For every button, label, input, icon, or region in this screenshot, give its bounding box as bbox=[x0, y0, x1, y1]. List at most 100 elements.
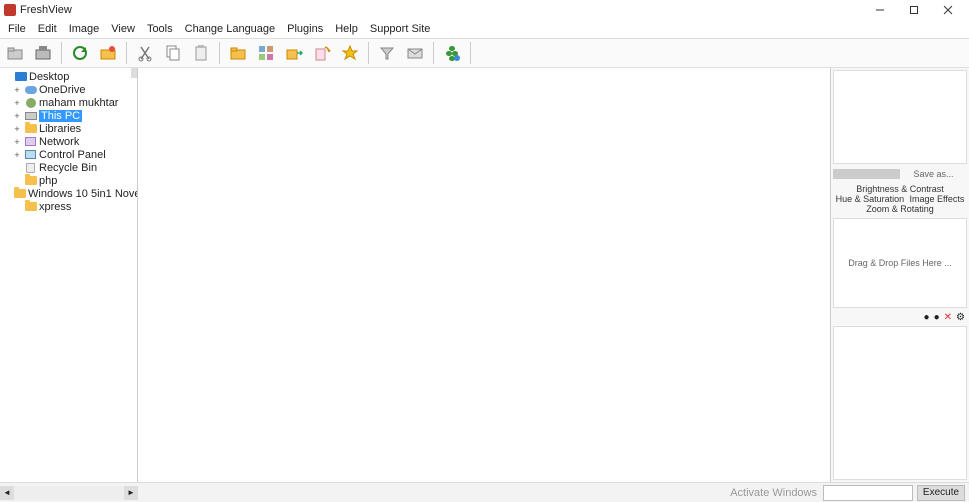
menu-plugins[interactable]: Plugins bbox=[281, 22, 329, 36]
tree-toggle-icon[interactable]: + bbox=[12, 124, 22, 134]
queue-box bbox=[833, 326, 967, 480]
tree-item-label: OneDrive bbox=[39, 84, 85, 96]
tree-toggle-icon[interactable]: + bbox=[12, 98, 22, 108]
folder-tree[interactable]: Desktop + OneDrive + maham mukhtar + This PC + L… bbox=[0, 68, 137, 215]
tree-toggle-icon[interactable]: + bbox=[12, 137, 22, 147]
window-title: FreshView bbox=[20, 4, 72, 16]
net-icon bbox=[24, 136, 37, 147]
toolbar-browse-button[interactable] bbox=[95, 40, 121, 66]
tree-item-label: Windows 10 5in1 November (x6 bbox=[28, 188, 138, 200]
cp-icon bbox=[24, 149, 37, 160]
tree-item-label: Libraries bbox=[39, 123, 81, 135]
tree-toggle-icon[interactable]: + bbox=[12, 85, 22, 95]
tree-item[interactable]: + Libraries bbox=[0, 122, 137, 135]
desktop-icon bbox=[14, 71, 27, 82]
tree-item-label: Control Panel bbox=[39, 149, 106, 161]
tree-hscrollbar[interactable]: ◄ ► bbox=[0, 486, 138, 500]
tree-item-label: maham mukhtar bbox=[39, 97, 118, 109]
tree-item-label: php bbox=[39, 175, 57, 187]
tree-item[interactable]: Desktop bbox=[0, 70, 137, 83]
folder-tree-panel: Desktop + OneDrive + maham mukhtar + This PC + L… bbox=[0, 68, 138, 482]
tree-item-label: xpress bbox=[39, 201, 71, 213]
toolbar bbox=[0, 38, 969, 68]
toolbar-mail-button[interactable] bbox=[402, 40, 428, 66]
save-as-row: Save as... bbox=[833, 166, 967, 182]
tab-brightness-contrast[interactable]: Brightness & Contrast bbox=[855, 184, 945, 194]
tree-item[interactable]: + Network bbox=[0, 135, 137, 148]
save-as-tab[interactable]: Save as... bbox=[900, 169, 967, 179]
menu-support-site[interactable]: Support Site bbox=[364, 22, 437, 36]
settings-icon[interactable]: ⚙ bbox=[956, 312, 965, 323]
tree-item-label: Desktop bbox=[29, 71, 69, 83]
tree-item[interactable]: + maham mukhtar bbox=[0, 96, 137, 109]
tree-item[interactable]: Recycle Bin bbox=[0, 161, 137, 174]
folder-icon bbox=[24, 175, 37, 186]
action-combo[interactable] bbox=[823, 485, 913, 501]
maximize-button[interactable] bbox=[897, 0, 931, 20]
user-icon bbox=[24, 97, 37, 108]
toolbar-favorite-button[interactable] bbox=[337, 40, 363, 66]
tab-zoom-rotating[interactable]: Zoom & Rotating bbox=[865, 204, 935, 214]
tree-item[interactable]: + This PC bbox=[0, 109, 137, 122]
menu-tools[interactable]: Tools bbox=[141, 22, 179, 36]
tab-hue-saturation[interactable]: Hue & Saturation bbox=[835, 194, 906, 204]
tree-scroll-corner[interactable] bbox=[131, 68, 137, 78]
menu-edit[interactable]: Edit bbox=[32, 22, 63, 36]
folder-icon bbox=[24, 123, 37, 134]
toolbar-refresh-button[interactable] bbox=[67, 40, 93, 66]
title-bar: FreshView bbox=[0, 0, 969, 20]
close-button[interactable] bbox=[931, 0, 965, 20]
menu-file[interactable]: File bbox=[2, 22, 32, 36]
main-area: Desktop + OneDrive + maham mukhtar + This PC + L… bbox=[0, 68, 969, 482]
content-view[interactable] bbox=[138, 68, 831, 482]
dot2-icon[interactable]: ● bbox=[934, 312, 940, 323]
execute-button[interactable]: Execute bbox=[917, 485, 965, 501]
menu-image[interactable]: Image bbox=[63, 22, 106, 36]
drop-controls: ● ● ✕ ⚙ bbox=[831, 310, 969, 324]
toolbar-thumbnails-button[interactable] bbox=[253, 40, 279, 66]
minimize-button[interactable] bbox=[863, 0, 897, 20]
preview-box bbox=[833, 70, 967, 164]
toolbar-copy-button[interactable] bbox=[160, 40, 186, 66]
app-icon bbox=[4, 4, 16, 16]
drop-zone[interactable]: Drag & Drop Files Here ... bbox=[833, 218, 967, 308]
tree-item[interactable]: xpress bbox=[0, 200, 137, 213]
menu-change-language[interactable]: Change Language bbox=[179, 22, 282, 36]
menu-bar: File Edit Image View Tools Change Langua… bbox=[0, 20, 969, 38]
toolbar-filter-button[interactable] bbox=[374, 40, 400, 66]
toolbar-plugin-button[interactable] bbox=[439, 40, 465, 66]
right-panel: Save as... Brightness & Contrast Hue & S… bbox=[831, 68, 969, 482]
tree-item[interactable]: php bbox=[0, 174, 137, 187]
toolbar-cut-button[interactable] bbox=[132, 40, 158, 66]
drop-hint: Drag & Drop Files Here ... bbox=[848, 258, 952, 268]
tree-item-label: This PC bbox=[39, 110, 82, 122]
cloud-icon bbox=[24, 84, 37, 95]
tree-toggle-icon[interactable]: + bbox=[12, 111, 22, 121]
folder-icon bbox=[14, 188, 26, 199]
menu-help[interactable]: Help bbox=[329, 22, 364, 36]
remove-icon[interactable]: ✕ bbox=[944, 312, 952, 323]
tree-item-label: Network bbox=[39, 136, 79, 148]
tree-item[interactable]: + Control Panel bbox=[0, 148, 137, 161]
tree-item[interactable]: Windows 10 5in1 November (x6 bbox=[0, 187, 137, 200]
toolbar-paste-button[interactable] bbox=[188, 40, 214, 66]
tree-toggle-icon[interactable]: + bbox=[12, 150, 22, 160]
windows-watermark: Activate Windows bbox=[730, 487, 817, 499]
menu-view[interactable]: View bbox=[105, 22, 141, 36]
toolbar-open-button[interactable] bbox=[2, 40, 28, 66]
toolbar-folder-button[interactable] bbox=[225, 40, 251, 66]
save-as-tab-blank[interactable] bbox=[833, 169, 900, 179]
tree-item-label: Recycle Bin bbox=[39, 162, 97, 174]
adjust-tabs: Brightness & Contrast Hue & Saturation I… bbox=[831, 182, 969, 216]
tree-item[interactable]: + OneDrive bbox=[0, 83, 137, 96]
toolbar-export-button[interactable] bbox=[281, 40, 307, 66]
dot-icon[interactable]: ● bbox=[924, 312, 930, 323]
toolbar-save-button[interactable] bbox=[30, 40, 56, 66]
tab-image-effects[interactable]: Image Effects bbox=[908, 194, 965, 204]
scroll-right-button[interactable]: ► bbox=[124, 486, 138, 500]
scroll-left-button[interactable]: ◄ bbox=[0, 486, 14, 500]
scroll-track[interactable] bbox=[14, 486, 124, 500]
toolbar-rotate-button[interactable] bbox=[309, 40, 335, 66]
status-bar: ◄ ► Activate Windows Execute bbox=[0, 482, 969, 502]
bin-icon bbox=[24, 162, 37, 173]
